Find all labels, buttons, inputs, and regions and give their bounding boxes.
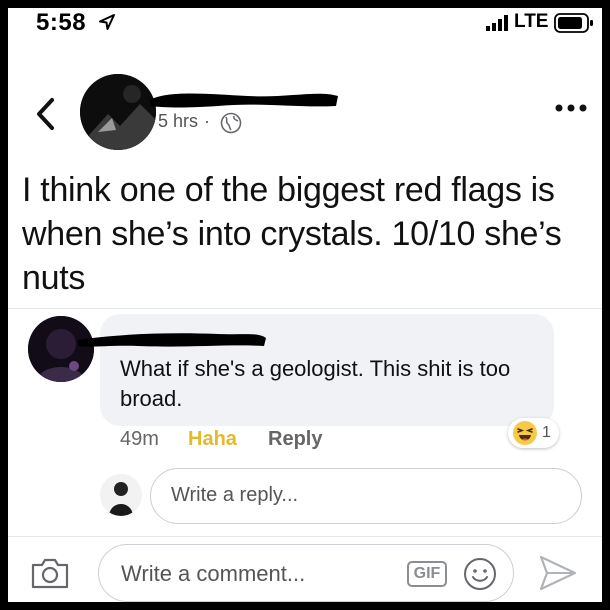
redacted-commenter-name xyxy=(78,333,266,347)
location-arrow-icon xyxy=(99,14,115,30)
status-time: 5:58 xyxy=(36,9,87,36)
status-bar: 5:58 LTE xyxy=(8,8,602,36)
poster-avatar[interactable] xyxy=(80,74,156,150)
back-button[interactable] xyxy=(32,96,58,132)
screen: 5:58 LTE 5 hrs · I think one of the bigg… xyxy=(8,8,602,602)
haha-reaction-button[interactable]: Haha xyxy=(188,428,237,451)
current-user-avatar-image xyxy=(100,474,142,516)
haha-emoji-icon xyxy=(513,421,537,445)
post-timestamp[interactable]: 5 hrs xyxy=(158,111,198,132)
battery-icon xyxy=(554,13,593,33)
reaction-count-badge[interactable]: 1 xyxy=(508,418,559,448)
globe-icon xyxy=(220,112,242,134)
send-icon[interactable] xyxy=(538,554,578,592)
post-text: I think one of the biggest red flags is … xyxy=(22,171,562,297)
divider xyxy=(8,308,602,309)
post-meta-separator: · xyxy=(204,111,210,131)
signal-bars-icon xyxy=(486,15,508,31)
smiley-icon[interactable] xyxy=(463,557,497,591)
comment-text: What if she's a geologist. This shit is … xyxy=(120,356,511,411)
camera-icon[interactable] xyxy=(30,556,70,590)
more-options-button[interactable] xyxy=(552,96,590,120)
comment-input-placeholder: Write a comment... xyxy=(121,561,306,586)
reaction-count: 1 xyxy=(542,424,551,441)
poster-avatar-image xyxy=(80,74,156,150)
redacted-poster-name xyxy=(150,93,338,108)
comment-timestamp: 49m xyxy=(120,428,159,450)
comment-input[interactable]: Write a comment... GIF xyxy=(98,544,514,602)
reply-input[interactable]: Write a reply... xyxy=(150,468,582,524)
gif-button[interactable]: GIF xyxy=(407,561,447,587)
reply-button[interactable]: Reply xyxy=(268,428,322,451)
composer-divider xyxy=(8,536,602,537)
current-user-avatar xyxy=(100,474,142,516)
carrier-label: LTE xyxy=(514,11,549,32)
